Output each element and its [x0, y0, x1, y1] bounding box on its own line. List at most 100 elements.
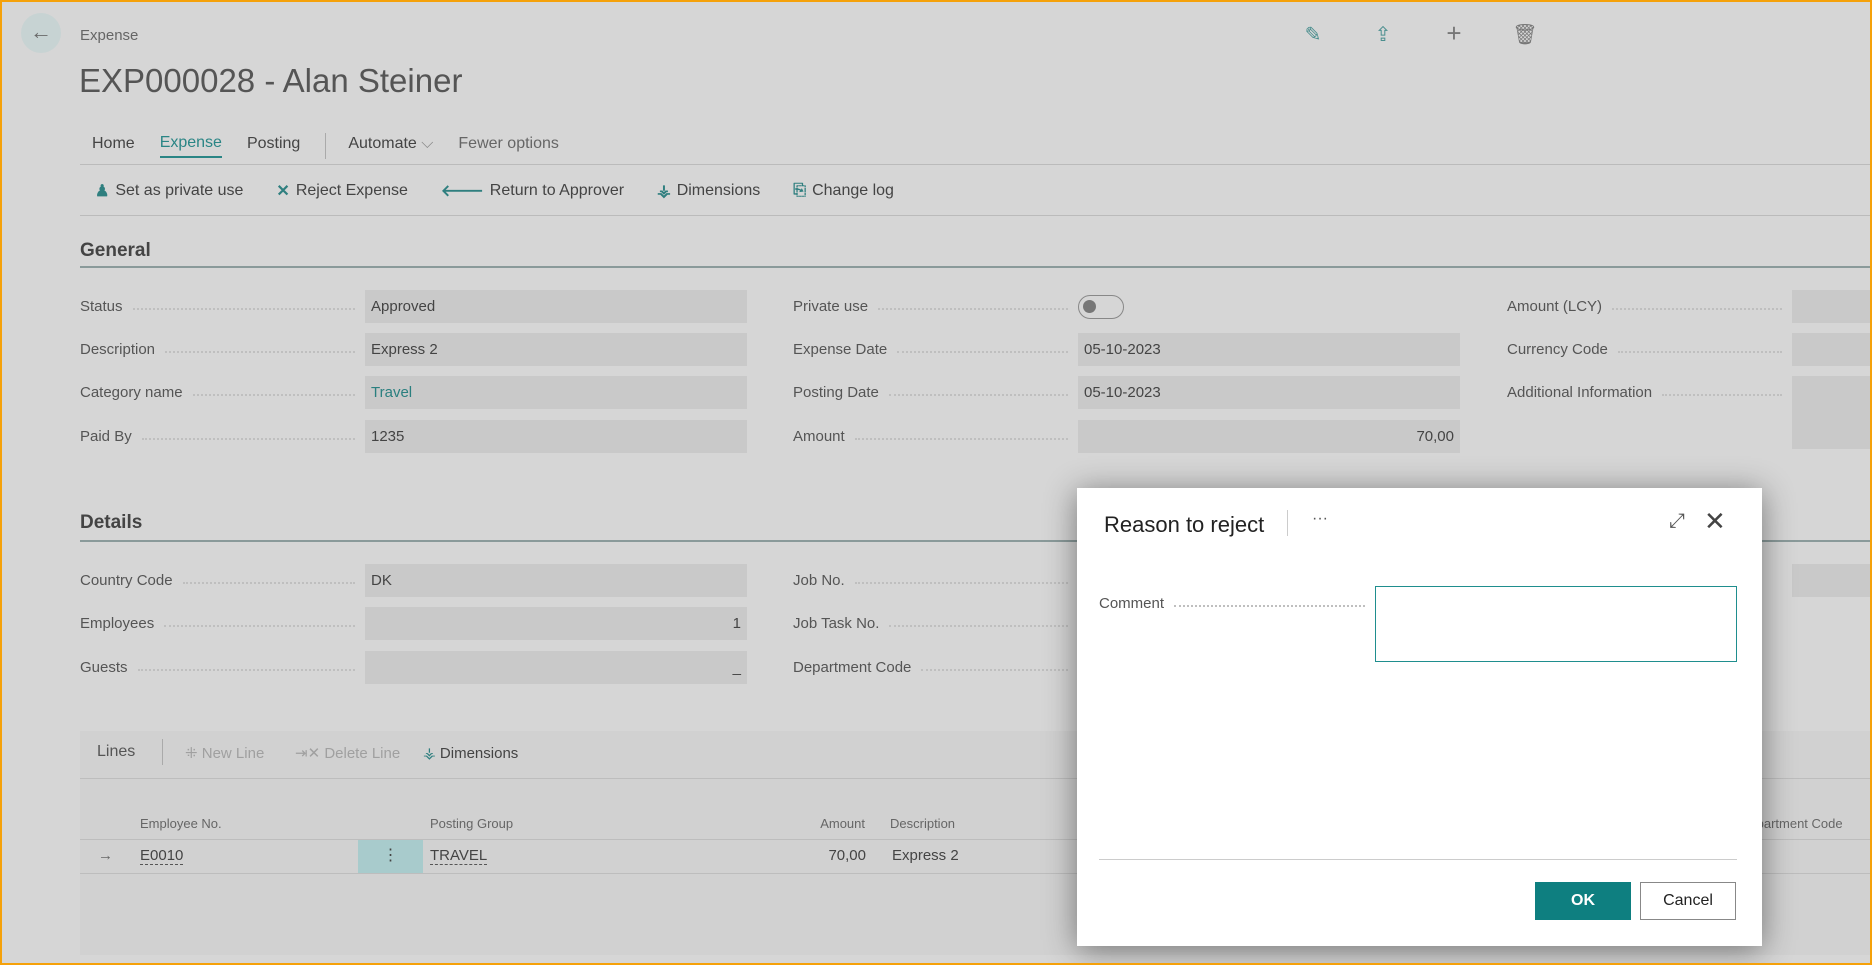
comment-label: Comment [1099, 595, 1375, 612]
tab-home[interactable]: Home [92, 135, 135, 157]
employee-no-cell[interactable]: E0010 [140, 847, 184, 865]
set-private-use-button[interactable]: ♟ Set as private use [95, 180, 243, 201]
additional-information-label: Additional Information [1507, 384, 1792, 401]
label-text: Country Code [80, 572, 173, 589]
label-text: Private use [793, 298, 869, 315]
comment-input[interactable] [1375, 586, 1737, 662]
expense-date-label: Expense Date [793, 341, 1078, 358]
tab-posting[interactable]: Posting [247, 135, 300, 157]
category-name-field[interactable]: Travel [365, 376, 747, 409]
share-icon[interactable]: ⇪ [1370, 22, 1396, 48]
expand-icon[interactable]: ⤢ [1669, 510, 1685, 533]
col-posting-group[interactable]: Posting Group [430, 816, 513, 831]
amount-cell[interactable]: 70,00 [780, 847, 866, 864]
label-text: Amount (LCY) [1507, 298, 1603, 315]
change-log-icon: ⎘ [793, 181, 807, 199]
private-use-label: Private use [793, 298, 1078, 315]
tab-divider [325, 133, 327, 159]
reject-expense-button[interactable]: ✕ Reject Expense [276, 180, 407, 201]
tab-automate[interactable]: Automate ⌵ [348, 135, 433, 157]
amount-lcy-field[interactable] [1792, 290, 1872, 323]
currency-code-label: Currency Code [1507, 341, 1792, 358]
dimensions-icon: ⚶ [657, 182, 671, 200]
label-text: Category name [80, 384, 183, 401]
arrow-left-icon: ← [30, 19, 52, 44]
paid-by-field[interactable]: 1235 [365, 420, 747, 453]
label-text: Status [80, 298, 123, 315]
posting-date-field[interactable]: 05-10-2023 [1078, 376, 1460, 409]
label-text: Guests [80, 659, 128, 676]
description-cell[interactable]: Express 2 [892, 847, 959, 864]
col-amount[interactable]: Amount [780, 816, 865, 831]
section-details[interactable]: Details [80, 512, 142, 534]
delete-line-icon: ⇥✕ [295, 745, 325, 762]
divider [1099, 859, 1737, 860]
delete-trash-icon[interactable]: 🗑 [1512, 22, 1538, 48]
employees-field[interactable]: 1 [365, 607, 747, 640]
label: Return to Approver [489, 181, 625, 199]
label-text: Paid By [80, 428, 132, 445]
label-text: Employees [80, 615, 155, 632]
dialog-title: Reason to reject [1104, 512, 1265, 537]
label-text: Currency Code [1507, 341, 1608, 358]
label: New Line [201, 745, 265, 762]
details-right-field[interactable] [1792, 564, 1872, 597]
back-button[interactable]: ← [21, 13, 61, 53]
private-use-toggle[interactable] [1078, 295, 1124, 319]
lines-dimensions-button[interactable]: ⚶ Dimensions [423, 744, 518, 762]
row-arrow-icon: → [98, 847, 113, 864]
chevron-down-icon: ⌵ [421, 135, 434, 152]
dimensions-button[interactable]: ⚶ Dimensions [657, 180, 760, 201]
delete-line-button[interactable]: ⇥✕ Delete Line [295, 744, 400, 762]
section-general[interactable]: General [80, 240, 151, 262]
page-title: EXP000028 - Alan Steiner [79, 62, 463, 99]
row-menu-button[interactable]: ⋮ [358, 840, 423, 873]
more-options-button[interactable]: ··· [1312, 510, 1328, 528]
label: Reject Expense [295, 181, 408, 199]
category-name-label: Category name [80, 384, 365, 401]
edit-pencil-icon[interactable]: ✎ [1300, 22, 1326, 48]
dimensions-icon: ⚶ [423, 745, 440, 762]
add-plus-icon[interactable]: + [1441, 20, 1467, 48]
status-field[interactable]: Approved [365, 290, 747, 323]
amount-lcy-label: Amount (LCY) [1507, 298, 1792, 315]
label-text: Job Task No. [793, 615, 880, 632]
employees-label: Employees [80, 615, 365, 632]
action-tabs: Home Expense Posting Automate ⌵ Fewer op… [92, 133, 584, 159]
posting-group-cell[interactable]: TRAVEL [430, 847, 488, 865]
paid-by-label: Paid By [80, 428, 365, 445]
reason-to-reject-dialog: Reason to reject ··· ⤢ ✕ Comment OK Canc… [1077, 488, 1762, 946]
label-text: Expense Date [793, 341, 888, 358]
divider [80, 164, 1872, 165]
label-text: Description [80, 341, 156, 358]
expense-date-field[interactable]: 05-10-2023 [1078, 333, 1460, 366]
divider [80, 215, 1872, 216]
job-task-no-label: Job Task No. [793, 615, 1078, 632]
guests-field[interactable]: _ [365, 651, 747, 684]
section-underline [80, 266, 1872, 268]
breadcrumb: Expense [80, 27, 139, 44]
return-to-approver-button[interactable]: 🡐 Return to Approver [441, 180, 624, 201]
close-icon[interactable]: ✕ [1704, 506, 1726, 537]
label: Change log [812, 181, 894, 199]
label-text: Additional Information [1507, 384, 1653, 401]
ok-button[interactable]: OK [1535, 882, 1631, 920]
description-field[interactable]: Express 2 [365, 333, 747, 366]
country-code-field[interactable]: DK [365, 564, 747, 597]
amount-field[interactable]: 70,00 [1078, 420, 1460, 453]
label: Delete Line [324, 745, 401, 762]
label-text: Job No. [793, 572, 845, 589]
col-employee-no[interactable]: Employee No. [140, 816, 222, 831]
change-log-button[interactable]: ⎘ Change log [793, 180, 894, 201]
cancel-button[interactable]: Cancel [1640, 882, 1736, 920]
new-line-button[interactable]: ⁜ New Line [185, 744, 264, 762]
department-code-label: Department Code [793, 659, 1078, 676]
label: Dimensions [676, 181, 761, 199]
x-icon: ✕ [276, 182, 290, 200]
currency-code-field[interactable] [1792, 333, 1872, 366]
posting-date-label: Posting Date [793, 384, 1078, 401]
tab-expense[interactable]: Expense [159, 134, 222, 158]
col-description[interactable]: Description [890, 816, 955, 831]
additional-information-field[interactable] [1792, 376, 1872, 449]
fewer-options-button[interactable]: Fewer options [458, 135, 559, 157]
